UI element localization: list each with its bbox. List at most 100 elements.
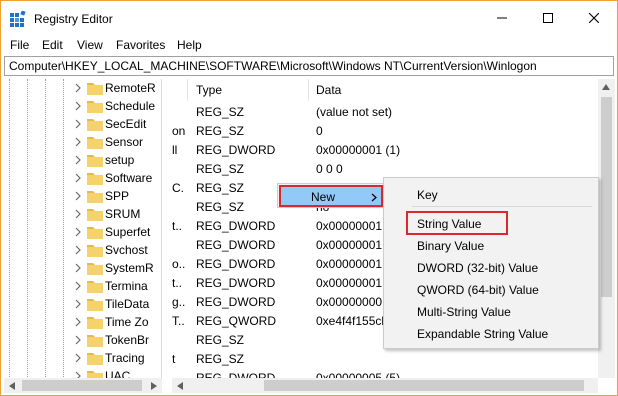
expand-chevron-icon[interactable] <box>73 119 83 129</box>
value-data: (value not set) <box>316 105 393 119</box>
context-menu-new-label: New <box>311 190 336 204</box>
column-separator[interactable] <box>187 79 188 101</box>
tree-item[interactable]: Schedule <box>4 97 161 115</box>
values-horizontal-scrollbar[interactable] <box>172 378 598 393</box>
value-data: 0 <box>316 124 323 138</box>
expand-chevron-icon[interactable] <box>73 281 83 291</box>
tree-item[interactable]: setup <box>4 151 161 169</box>
tree-item-label: TileData <box>105 297 150 311</box>
tree-item-label: SystemR <box>105 261 154 275</box>
value-type: REG_SZ <box>196 181 245 195</box>
value-row[interactable]: ll REG_DWORD 0x00000001 (1) <box>172 141 598 160</box>
column-header-data[interactable]: Data <box>316 83 341 97</box>
tree-item-label: Schedule <box>105 99 156 113</box>
tree-horizontal-scrollbar[interactable] <box>4 378 162 393</box>
tree-item[interactable]: RemoteR <box>4 79 161 97</box>
menu-bar: File Edit View Favorites Help <box>1 35 617 55</box>
menu-view[interactable]: View <box>77 38 103 52</box>
value-name: on <box>172 124 186 138</box>
maximize-button[interactable] <box>525 1 571 35</box>
scrollbar-thumb[interactable] <box>22 380 142 391</box>
tree-item[interactable]: SecEdit <box>4 115 161 133</box>
value-row[interactable]: t REG_SZ <box>172 350 598 369</box>
folder-icon <box>87 83 103 95</box>
column-separator[interactable] <box>308 79 309 101</box>
pane-splitter[interactable] <box>162 79 172 393</box>
value-data: 0xe4f4f155cb <box>316 314 389 328</box>
menu-help[interactable]: Help <box>177 38 202 52</box>
tree-item[interactable]: TileData <box>4 295 161 313</box>
value-row[interactable]: REG_DWORD 0x00000005 (5) <box>172 369 598 378</box>
expand-chevron-icon[interactable] <box>73 209 83 219</box>
registry-editor-window: Registry Editor File Edit View Favorites… <box>0 0 618 396</box>
value-data: 0 0 0 <box>316 162 343 176</box>
value-data: 0x00000001 ( <box>316 238 390 252</box>
title-bar[interactable]: Registry Editor <box>1 1 617 35</box>
expand-chevron-icon[interactable] <box>73 353 83 363</box>
value-data: 0x00000001 ( <box>316 276 390 290</box>
folder-icon <box>87 119 103 131</box>
submenu-binary-value[interactable]: Binary Value <box>417 239 484 253</box>
value-type: REG_SZ <box>196 162 245 176</box>
expand-chevron-icon[interactable] <box>73 155 83 165</box>
expand-chevron-icon[interactable] <box>73 263 83 273</box>
tree-item[interactable]: Svchost <box>4 241 161 259</box>
menu-file[interactable]: File <box>10 38 29 52</box>
expand-chevron-icon[interactable] <box>73 317 83 327</box>
expand-chevron-icon[interactable] <box>73 173 83 183</box>
scroll-left-arrow-icon <box>9 382 15 390</box>
submenu-string-value[interactable]: String Value <box>417 217 481 231</box>
submenu-expandable-string-value[interactable]: Expandable String Value <box>417 327 548 341</box>
tree-item[interactable]: SPP <box>4 187 161 205</box>
expand-chevron-icon[interactable] <box>73 191 83 201</box>
submenu-multi-string-value[interactable]: Multi-String Value <box>417 305 511 319</box>
expand-chevron-icon[interactable] <box>73 101 83 111</box>
scrollbar-thumb[interactable] <box>264 380 584 391</box>
tree-item[interactable]: Termina <box>4 277 161 295</box>
close-button[interactable] <box>571 1 617 35</box>
submenu-qword-value[interactable]: QWORD (64-bit) Value <box>417 283 539 297</box>
folder-icon <box>87 191 103 203</box>
value-type: REG_SZ <box>196 333 245 347</box>
tree-item-label: Software <box>105 171 153 185</box>
submenu-dword-value[interactable]: DWORD (32-bit) Value <box>417 261 538 275</box>
value-data: 0x00000005 (5) <box>316 371 401 378</box>
tree-item[interactable]: SRUM <box>4 205 161 223</box>
tree-item-label: Time Zo <box>105 315 149 329</box>
tree-item[interactable]: Superfet <box>4 223 161 241</box>
tree-item[interactable]: Time Zo <box>4 313 161 331</box>
folder-icon <box>87 155 103 167</box>
tree-item-label: SRUM <box>105 207 141 221</box>
context-menu-new[interactable]: New <box>279 185 383 207</box>
expand-chevron-icon[interactable] <box>73 245 83 255</box>
value-row[interactable]: REG_SZ (value not set) <box>172 103 598 122</box>
tree-item-label: Svchost <box>105 243 148 257</box>
menu-favorites[interactable]: Favorites <box>116 38 165 52</box>
tree-item[interactable]: Tracing <box>4 349 161 367</box>
address-bar[interactable]: Computer\HKEY_LOCAL_MACHINE\SOFTWARE\Mic… <box>4 56 614 76</box>
expand-chevron-icon[interactable] <box>73 299 83 309</box>
submenu-key[interactable]: Key <box>417 188 438 202</box>
expand-chevron-icon[interactable] <box>73 83 83 93</box>
tree-item[interactable]: Sensor <box>4 133 161 151</box>
menu-edit[interactable]: Edit <box>42 38 63 52</box>
expand-chevron-icon[interactable] <box>73 335 83 345</box>
scroll-left-arrow-icon <box>177 382 183 390</box>
scrollbar-thumb[interactable] <box>601 97 612 297</box>
tree-item[interactable]: SystemR <box>4 259 161 277</box>
key-tree: RemoteR Schedule SecEdit Sensor setup Softwar… <box>4 79 162 379</box>
folder-icon <box>87 137 103 149</box>
folder-icon <box>87 335 103 347</box>
values-vertical-scrollbar[interactable] <box>598 79 615 378</box>
tree-item[interactable]: Software <box>4 169 161 187</box>
value-data: 0x00000001 ( <box>316 257 390 271</box>
tree-item[interactable]: TokenBr <box>4 331 161 349</box>
tree-item-label: Superfet <box>105 225 151 239</box>
expand-chevron-icon[interactable] <box>73 137 83 147</box>
scroll-up-arrow-icon <box>602 84 610 90</box>
expand-chevron-icon[interactable] <box>73 227 83 237</box>
minimize-button[interactable] <box>479 1 525 35</box>
column-header-type[interactable]: Type <box>196 83 222 97</box>
value-row[interactable]: on REG_SZ 0 <box>172 122 598 141</box>
tree-item-label: Sensor <box>105 135 144 149</box>
